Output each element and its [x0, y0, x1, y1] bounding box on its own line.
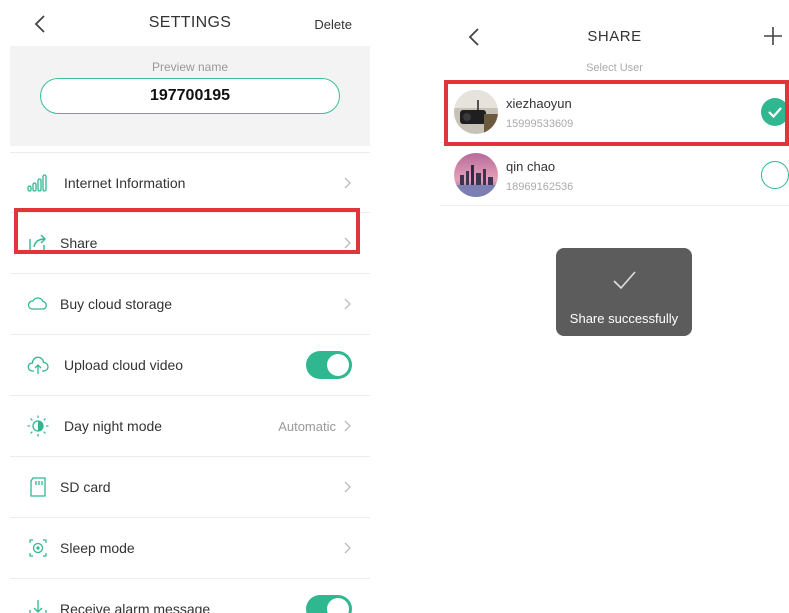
day-night-mode-value: Automatic [278, 419, 336, 434]
avatar-camera-icon [454, 90, 498, 134]
settings-item-label: Receive alarm message [60, 601, 211, 613]
settings-item-label: Buy cloud storage [60, 296, 173, 312]
user-name: xiezhaoyun [506, 96, 572, 111]
preview-name-card: Preview name 197700195 [10, 46, 370, 146]
settings-item-label: Upload cloud video [64, 357, 184, 373]
settings-item-receive-alarm-message: Receive alarm message [10, 579, 370, 613]
chevron-right-icon [344, 298, 351, 310]
checkmark-icon [613, 271, 636, 290]
page-title: SHARE [587, 28, 642, 45]
chevron-right-icon [344, 420, 351, 432]
settings-list: Internet Information Share Buy cloud sto… [10, 152, 370, 613]
delete-button[interactable]: Delete [314, 17, 352, 32]
settings-item-upload-cloud-video: Upload cloud video [10, 335, 370, 396]
settings-header: SETTINGS Delete [10, 0, 370, 46]
toggle-knob [327, 598, 349, 613]
settings-item-label: Day night mode [64, 418, 163, 434]
settings-item-buy-cloud-storage[interactable]: Buy cloud storage [10, 274, 370, 335]
settings-item-label: Sleep mode [60, 540, 135, 556]
checkmark-icon [768, 107, 782, 119]
user-name: qin chao [506, 159, 556, 174]
settings-screen: SETTINGS Delete Preview name 197700195 I… [10, 0, 370, 613]
settings-item-label: Internet Information [64, 175, 186, 191]
share-screen: SHARE Select User xiezhaoyun 15999533609 [440, 0, 789, 613]
toggle-knob [327, 354, 349, 376]
chevron-right-icon [344, 542, 351, 554]
user-unselected-check[interactable] [761, 161, 789, 189]
upload-cloud-video-toggle[interactable] [306, 351, 352, 379]
sleep-icon [29, 539, 47, 557]
share-success-toast: Share successfully [556, 248, 692, 336]
settings-item-share[interactable]: Share [10, 213, 370, 274]
alarm-download-icon [29, 600, 47, 613]
signal-bars-icon [27, 174, 47, 192]
settings-item-label: Share [60, 235, 98, 251]
user-list: xiezhaoyun 15999533609 qin chao 18969162… [440, 80, 789, 206]
select-user-label: Select User [586, 62, 643, 74]
share-icon [29, 234, 46, 252]
day-night-icon [27, 415, 49, 437]
settings-item-day-night-mode[interactable]: Day night mode Automatic [10, 396, 370, 457]
chevron-right-icon [344, 481, 351, 493]
sd-card-icon [30, 477, 46, 497]
toast-message: Share successfully [569, 311, 679, 326]
chevron-right-icon [344, 177, 351, 189]
add-user-icon[interactable] [761, 24, 785, 48]
preview-name-label: Preview name [151, 60, 229, 74]
settings-item-sleep-mode[interactable]: Sleep mode [10, 518, 370, 579]
settings-item-sd-card[interactable]: SD card [10, 457, 370, 518]
cloud-upload-icon [27, 356, 49, 374]
avatar-city-skyline-icon [454, 153, 498, 197]
settings-item-label: SD card [60, 479, 111, 495]
user-row-xiezhaoyun[interactable]: xiezhaoyun 15999533609 [440, 80, 789, 143]
cloud-icon [27, 297, 47, 310]
user-phone: 15999533609 [506, 118, 574, 130]
user-selected-check[interactable] [761, 98, 789, 126]
receive-alarm-message-toggle[interactable] [306, 595, 352, 613]
preview-name-field[interactable]: 197700195 [40, 78, 340, 114]
user-phone: 18969162536 [506, 181, 574, 193]
user-row-qin-chao[interactable]: qin chao 18969162536 [440, 143, 789, 206]
settings-item-internet-information[interactable]: Internet Information [10, 152, 370, 213]
chevron-right-icon [344, 237, 351, 249]
share-header: SHARE [440, 0, 789, 64]
